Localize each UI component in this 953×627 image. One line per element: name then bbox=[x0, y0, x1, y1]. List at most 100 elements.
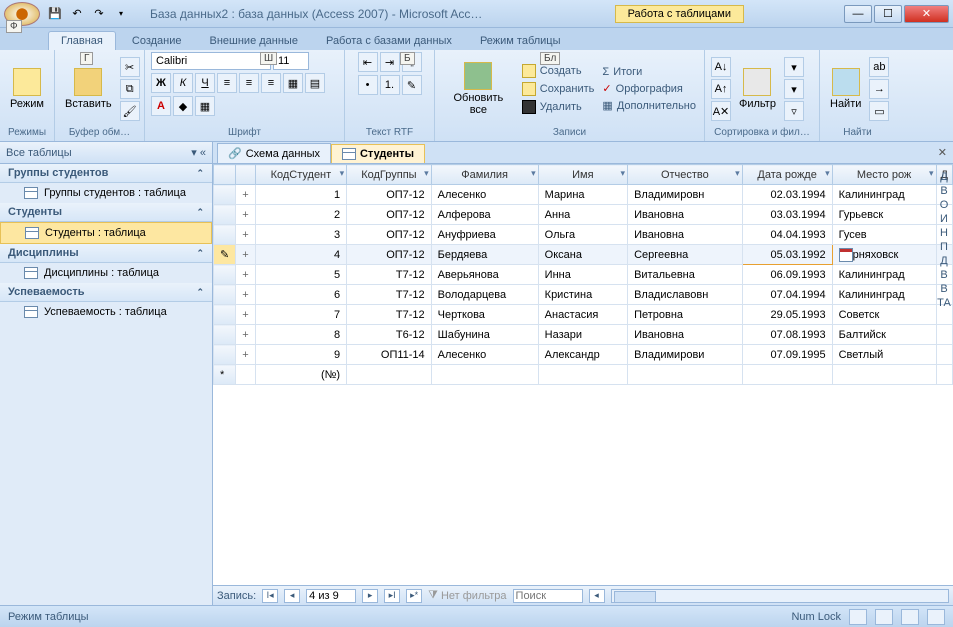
row-selector[interactable] bbox=[214, 225, 236, 245]
column-dropdown-icon[interactable]: ▾ bbox=[825, 168, 830, 179]
more-button[interactable]: ▦Дополнительно bbox=[600, 98, 698, 113]
cell[interactable]: 02.03.1994 bbox=[742, 185, 832, 205]
redo-icon[interactable]: ↷ bbox=[90, 5, 108, 23]
expand-button[interactable]: + bbox=[236, 285, 255, 305]
underline-button[interactable]: Ч bbox=[195, 73, 215, 93]
sort-desc-button[interactable]: A↑ bbox=[711, 79, 731, 99]
refresh-all-button[interactable]: Обновить все bbox=[441, 60, 516, 118]
cell[interactable]: 9 bbox=[255, 345, 346, 365]
format-painter-icon[interactable]: 🖌 bbox=[120, 101, 140, 121]
cell[interactable]: Володарцева bbox=[431, 285, 538, 305]
font-color-button[interactable]: А bbox=[151, 96, 171, 116]
cell[interactable]: 07.04.1994 bbox=[742, 285, 832, 305]
cell[interactable]: Ольга bbox=[538, 225, 627, 245]
view-pivottable-button[interactable] bbox=[875, 609, 893, 625]
cell[interactable]: 1 bbox=[255, 185, 346, 205]
calendar-icon[interactable] bbox=[839, 248, 853, 262]
column-dropdown-icon[interactable]: ▾ bbox=[621, 168, 626, 179]
selection-filter-icon[interactable]: ▾ bbox=[784, 57, 804, 77]
cell[interactable]: Оксана bbox=[538, 245, 627, 265]
save-record-button[interactable]: Сохранить bbox=[520, 81, 597, 97]
cell[interactable]: Калининград bbox=[832, 285, 936, 305]
qat-dropdown-icon[interactable]: ▾ bbox=[112, 5, 130, 23]
nav-category[interactable]: Группы студентов⌃ bbox=[0, 164, 212, 183]
expand-button[interactable]: + bbox=[236, 185, 255, 205]
indent-inc-icon[interactable]: ⇥ bbox=[380, 52, 400, 72]
expand-button[interactable]: + bbox=[236, 325, 255, 345]
cell[interactable]: Назари bbox=[538, 325, 627, 345]
cell[interactable]: Александр bbox=[538, 345, 627, 365]
cell[interactable]: Ануфриева bbox=[431, 225, 538, 245]
save-icon[interactable]: 💾 bbox=[46, 5, 64, 23]
cell[interactable]: 6 bbox=[255, 285, 346, 305]
nav-category[interactable]: Студенты⌃ bbox=[0, 203, 212, 222]
totals-button[interactable]: ΣИтоги bbox=[600, 65, 698, 79]
row-selector[interactable] bbox=[214, 305, 236, 325]
cell[interactable]: Инна bbox=[538, 265, 627, 285]
nav-new-button[interactable]: ▸* bbox=[406, 589, 422, 603]
cell[interactable]: Калининград bbox=[832, 185, 936, 205]
row-selector[interactable] bbox=[214, 325, 236, 345]
cell[interactable]: Черткова bbox=[431, 305, 538, 325]
cell[interactable]: Владиславовн bbox=[628, 285, 743, 305]
view-design-button[interactable] bbox=[927, 609, 945, 625]
nav-item[interactable]: Дисциплины : таблица bbox=[0, 263, 212, 283]
view-pivotchart-button[interactable] bbox=[901, 609, 919, 625]
cell[interactable]: Гурьевск bbox=[832, 205, 936, 225]
advanced-filter-icon[interactable]: ▾ bbox=[784, 79, 804, 99]
doc-close-button[interactable]: ✕ bbox=[938, 146, 947, 159]
column-dropdown-icon[interactable]: ▾ bbox=[340, 168, 345, 179]
nav-item[interactable]: Группы студентов : таблица bbox=[0, 183, 212, 203]
nav-dropdown-icon[interactable]: ▾ « bbox=[191, 146, 206, 159]
cell[interactable]: Гусев bbox=[832, 225, 936, 245]
cell[interactable]: 04.04.1993 bbox=[742, 225, 832, 245]
column-header[interactable]: Дата рожде▾ bbox=[742, 165, 832, 185]
cell[interactable]: Т7-12 bbox=[347, 265, 432, 285]
cell[interactable]: Анна bbox=[538, 205, 627, 225]
cell[interactable]: 07.09.1995 bbox=[742, 345, 832, 365]
cell[interactable]: 2 bbox=[255, 205, 346, 225]
cell[interactable]: ОП7-12 bbox=[347, 205, 432, 225]
cell[interactable]: Алесенко bbox=[431, 345, 538, 365]
clear-sort-button[interactable]: A✕ bbox=[711, 101, 731, 121]
column-header[interactable]: Имя▾ bbox=[538, 165, 627, 185]
column-header[interactable]: Фамилия▾ bbox=[431, 165, 538, 185]
cell[interactable]: Марина bbox=[538, 185, 627, 205]
column-dropdown-icon[interactable]: ▾ bbox=[929, 168, 934, 179]
cell[interactable]: Владимирови bbox=[628, 345, 743, 365]
numbering-icon[interactable]: 1. bbox=[380, 75, 400, 95]
cell[interactable]: Т7-12 bbox=[347, 285, 432, 305]
sort-asc-button[interactable]: A↓ bbox=[711, 57, 731, 77]
align-center-button[interactable]: ≡ bbox=[239, 73, 259, 93]
expand-button[interactable]: + bbox=[236, 305, 255, 325]
align-left-button[interactable]: ≡ bbox=[217, 73, 237, 93]
select-icon[interactable]: ▭ bbox=[869, 101, 889, 121]
bold-button[interactable]: Ж bbox=[151, 73, 171, 93]
column-dropdown-icon[interactable]: ▾ bbox=[531, 168, 536, 179]
cell[interactable]: Алферова bbox=[431, 205, 538, 225]
datasheet[interactable]: КодСтудент▾КодГруппы▾Фамилия▾Имя▾Отчеств… bbox=[213, 164, 953, 585]
row-selector[interactable]: ✎ bbox=[214, 245, 236, 265]
gridlines-button[interactable]: ▦ bbox=[283, 73, 303, 93]
cell[interactable]: 29.05.1993 bbox=[742, 305, 832, 325]
cell[interactable]: Владимировн bbox=[628, 185, 743, 205]
bullets-icon[interactable]: • bbox=[358, 75, 378, 95]
nav-position-input[interactable] bbox=[306, 589, 356, 603]
cell[interactable]: 8 bbox=[255, 325, 346, 345]
cell[interactable]: 06.09.1993 bbox=[742, 265, 832, 285]
cell[interactable]: 07.08.1993 bbox=[742, 325, 832, 345]
new-record-button[interactable]: Создать bbox=[520, 63, 597, 79]
tab-dbtools[interactable]: Работа с базами данных bbox=[314, 32, 464, 50]
tab-create[interactable]: Создание bbox=[120, 32, 194, 50]
nav-first-button[interactable]: І◂ bbox=[262, 589, 278, 603]
column-header[interactable]: КодГруппы▾ bbox=[347, 165, 432, 185]
horizontal-scrollbar[interactable] bbox=[611, 589, 949, 603]
goto-icon[interactable]: → bbox=[869, 79, 889, 99]
cell[interactable]: Ивановна bbox=[628, 325, 743, 345]
row-selector[interactable] bbox=[214, 345, 236, 365]
expand-button[interactable]: + bbox=[236, 225, 255, 245]
doctab-students[interactable]: Студенты bbox=[331, 144, 425, 163]
nav-next-button[interactable]: ▸ bbox=[362, 589, 378, 603]
highlight-icon[interactable]: ✎ bbox=[402, 75, 422, 95]
tab-datasheet[interactable]: Режим таблицы bbox=[468, 32, 573, 50]
